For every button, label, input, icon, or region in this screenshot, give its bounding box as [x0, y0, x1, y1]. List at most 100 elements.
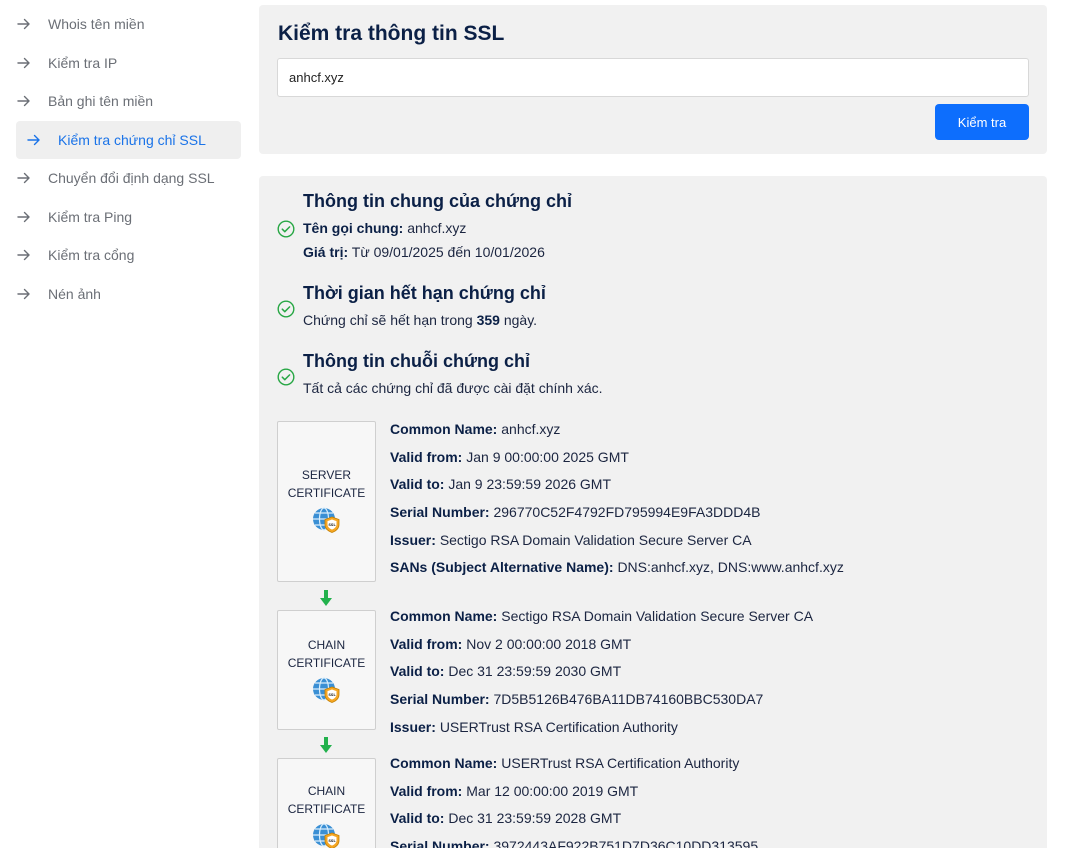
issuer-label: Issuer: [390, 531, 436, 548]
validity-label: Giá trị: [303, 244, 349, 260]
valid-from-label: Valid from: [390, 635, 463, 652]
sidebar-item-port-check[interactable]: Kiểm tra cổng [16, 237, 241, 273]
cert-issuer-row: Issuer: USERTrust RSA Certification Auth… [390, 719, 678, 735]
serial-value: 7D5B5126B476BA11DB74160BBC530DA7 [493, 691, 764, 707]
arrow-right-icon [17, 249, 30, 261]
issuer-value: Sectigo RSA Domain Validation Secure Ser… [439, 531, 752, 548]
cert-valid-to-row: Valid to: Dec 31 23:59:59 2028 GMT [390, 810, 621, 826]
valid-from-label: Valid from: [390, 782, 463, 799]
domain-input[interactable] [277, 58, 1029, 97]
common-name-value: anhcf.xyz [501, 421, 561, 437]
serial-value: 296770C52F4792FD795994E9FA3DDD4B [493, 504, 761, 520]
cert-type-line1: CHAIN [307, 784, 346, 798]
ssl-globe-shield-icon: SSL [312, 677, 339, 703]
sidebar-item-dns-records[interactable]: Bản ghi tên miền [16, 83, 241, 119]
check-circle-icon [277, 300, 295, 318]
cert-common-name-row: Common Name: anhcf.xyz [390, 421, 560, 437]
sidebar-item-ping[interactable]: Kiểm tra Ping [16, 199, 241, 235]
common-name-line: Tên gọi chung: anhcf.xyz [303, 220, 466, 236]
serial-label: Serial Number: [390, 504, 490, 520]
ssl-result-panel: Thông tin chung của chứng chỉ Tên gọi ch… [259, 176, 1047, 848]
server-certificate-box: SERVER CERTIFICATE SSL [277, 421, 376, 582]
arrow-right-icon [17, 95, 30, 107]
expiry-title: Thời gian hết hạn chứng chỉ [303, 283, 546, 303]
arrow-down-icon [320, 590, 332, 606]
common-name-value: anhcf.xyz [407, 220, 467, 236]
svg-text:SSL: SSL [328, 693, 336, 697]
validity-value: Từ 09/01/2025 đến 10/01/2026 [351, 244, 545, 260]
cert-common-name-row: Common Name: Sectigo RSA Domain Validati… [390, 608, 813, 624]
issuer-value: USERTrust RSA Certification Authority [439, 718, 678, 735]
sidebar-item-ssl-check[interactable]: Kiểm tra chứng chỉ SSL [16, 121, 241, 159]
cert-valid-to-row: Valid to: Jan 9 23:59:59 2026 GMT [390, 476, 611, 492]
cert-common-name-row: Common Name: USERTrust RSA Certification… [390, 755, 739, 771]
arrow-down-icon [320, 737, 332, 753]
check-button[interactable]: Kiểm tra [935, 104, 1029, 140]
arrow-right-icon [17, 288, 30, 300]
check-circle-icon [277, 368, 295, 386]
chain-text: Tất cả các chứng chỉ đã được cài đặt chí… [303, 380, 603, 396]
valid-to-label: Valid to: [390, 810, 445, 827]
sidebar-item-label: Kiểm tra cổng [48, 247, 135, 263]
cert-serial-row: Serial Number: 7D5B5126B476BA11DB74160BB… [390, 691, 763, 707]
valid-from-value: Nov 2 00:00:00 2018 GMT [466, 635, 632, 652]
arrow-right-icon [17, 211, 30, 223]
valid-to-label: Valid to: [390, 476, 445, 493]
expiry-text-before: Chứng chỉ sẽ hết hạn trong [303, 312, 473, 328]
valid-from-value: Mar 12 00:00:00 2019 GMT [466, 782, 639, 799]
cert-valid-from-row: Valid from: Jan 9 00:00:00 2025 GMT [390, 449, 629, 465]
sans-label: SANs (Subject Alternative Name): [390, 559, 614, 576]
expiry-days: 359 [476, 312, 500, 328]
common-name-label: Common Name: [390, 421, 498, 437]
serial-label: Serial Number: [390, 691, 490, 707]
common-name-label: Tên gọi chung: [303, 220, 404, 236]
svg-text:SSL: SSL [328, 523, 336, 527]
sidebar-item-whois[interactable]: Whois tên miền [16, 6, 241, 42]
cert-type-line2: CERTIFICATE [287, 656, 366, 670]
cert-valid-from-row: Valid from: Nov 2 00:00:00 2018 GMT [390, 636, 631, 652]
general-info-title: Thông tin chung của chứng chỉ [303, 191, 573, 211]
cert-serial-row: Serial Number: 296770C52F4792FD795994E9F… [390, 504, 760, 520]
page-title: Kiểm tra thông tin SSL [278, 22, 505, 45]
serial-label: Serial Number: [390, 838, 490, 848]
sidebar-item-label: Bản ghi tên miền [48, 93, 154, 109]
cert-type-line1: CHAIN [307, 638, 346, 652]
cert-valid-from-row: Valid from: Mar 12 00:00:00 2019 GMT [390, 783, 638, 799]
cert-type-line2: CERTIFICATE [287, 802, 366, 816]
issuer-label: Issuer: [390, 718, 436, 735]
ssl-globe-shield-icon: SSL [312, 507, 339, 533]
valid-to-label: Valid to: [390, 663, 445, 680]
arrow-right-icon [17, 57, 30, 69]
chain-certificate-box: CHAIN CERTIFICATE SSL [277, 610, 376, 730]
sidebar-item-ip-check[interactable]: Kiểm tra IP [16, 45, 241, 81]
valid-from-label: Valid from: [390, 448, 463, 465]
cert-type-line1: SERVER [301, 468, 352, 482]
root-certificate-box: CHAIN CERTIFICATE SSL [277, 758, 376, 848]
valid-to-value: Dec 31 23:59:59 2028 GMT [448, 810, 622, 827]
sidebar-item-label: Whois tên miền [48, 16, 145, 32]
arrow-right-icon [17, 18, 30, 30]
cert-valid-to-row: Valid to: Dec 31 23:59:59 2030 GMT [390, 663, 621, 679]
arrow-right-icon [27, 134, 40, 146]
valid-to-value: Jan 9 23:59:59 2026 GMT [448, 476, 612, 493]
ssl-globe-shield-icon: SSL [312, 823, 339, 848]
common-name-label: Common Name: [390, 608, 498, 624]
expiry-text-after: ngày. [503, 312, 538, 328]
common-name-value: Sectigo RSA Domain Validation Secure Ser… [501, 608, 814, 624]
expiry-text: Chứng chỉ sẽ hết hạn trong 359 ngày. [303, 312, 537, 328]
valid-to-value: Dec 31 23:59:59 2030 GMT [448, 663, 622, 680]
ssl-search-panel: Kiểm tra thông tin SSL Kiểm tra [259, 5, 1047, 154]
cert-type-line2: CERTIFICATE [287, 486, 366, 500]
arrow-right-icon [17, 172, 30, 184]
sidebar-item-ssl-convert[interactable]: Chuyển đổi định dạng SSL [16, 160, 241, 196]
sidebar-item-image-compress[interactable]: Nén ảnh [16, 276, 241, 312]
cert-sans-row: SANs (Subject Alternative Name): DNS:anh… [390, 559, 844, 575]
chain-title: Thông tin chuỗi chứng chỉ [303, 351, 531, 371]
serial-value: 3972443AF922B751D7D36C10DD313595 [493, 838, 759, 848]
sidebar-item-label: Nén ảnh [48, 286, 101, 302]
sidebar-item-label: Kiểm tra chứng chỉ SSL [58, 132, 206, 148]
sidebar-item-label: Chuyển đổi định dạng SSL [48, 170, 215, 186]
common-name-label: Common Name: [390, 755, 498, 771]
valid-from-value: Jan 9 00:00:00 2025 GMT [466, 448, 629, 465]
cert-issuer-row: Issuer: Sectigo RSA Domain Validation Se… [390, 532, 752, 548]
